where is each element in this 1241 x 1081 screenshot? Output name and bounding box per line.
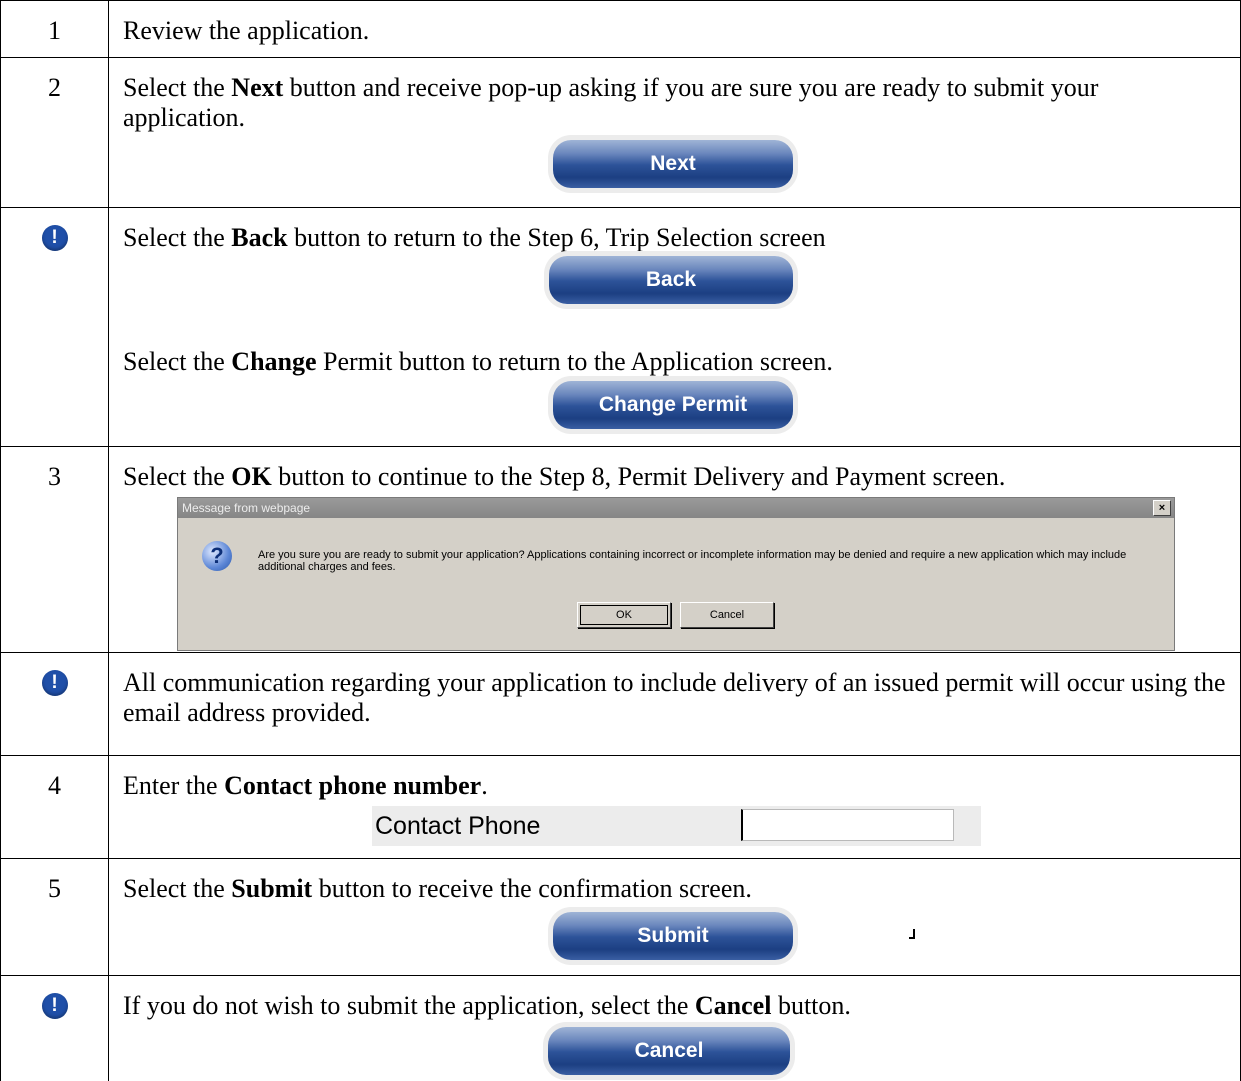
text-pre: Select the [123, 347, 231, 376]
note-icon-cell: ! [1, 208, 109, 447]
step-number: 3 [1, 447, 109, 653]
step-text-body: Review the application. [123, 16, 369, 45]
button-area: Change Permit [123, 377, 1226, 437]
text-bold: Back [231, 223, 287, 252]
text-pre: Select the [123, 462, 231, 491]
ok-button[interactable]: OK [577, 602, 671, 628]
text-post: button to return to the Step 6, Trip Sel… [288, 223, 826, 252]
text-pre: Select the [123, 73, 231, 102]
note-text: Select the Back button to return to the … [109, 208, 1241, 447]
button-area: Next [123, 133, 1226, 193]
note-text: If you do not wish to submit the applica… [109, 976, 1241, 1081]
text-post: Permit button to return to the Applicati… [317, 347, 833, 376]
text-post: button. [771, 991, 850, 1020]
change-permit-button[interactable]: Change Permit [553, 381, 793, 429]
back-button[interactable]: Back [549, 256, 793, 304]
mouse-cursor [913, 929, 915, 939]
step-text: Enter the Contact phone number. Contact … [109, 756, 1241, 859]
dialog-message: Are you sure you are ready to submit you… [258, 549, 1158, 573]
note-icon-cell: ! [1, 976, 109, 1081]
note-text: All communication regarding your applica… [109, 653, 1241, 756]
submit-button[interactable]: Submit [553, 912, 793, 960]
dialog-title-bar: Message from webpage × [178, 498, 1174, 518]
dialog-title: Message from webpage [182, 501, 310, 515]
text-pre: Enter the [123, 771, 224, 800]
button-area: Submit [123, 904, 1226, 964]
text-post: . [481, 771, 488, 800]
exclamation-icon: ! [42, 993, 68, 1019]
step-row-5: 5 Select the Submit button to receive th… [1, 859, 1241, 976]
note-row-email: ! All communication regarding your appli… [1, 653, 1241, 756]
exclamation-icon: ! [42, 225, 68, 251]
contact-phone-row: Contact Phone [123, 801, 1226, 851]
step-number: 4 [1, 756, 109, 859]
text-post: button to continue to the Step 8, Permit… [272, 462, 1006, 491]
step-text: Select the Submit button to receive the … [109, 859, 1241, 976]
step-row-4: 4 Enter the Contact phone number. Contac… [1, 756, 1241, 859]
exclamation-icon: ! [42, 670, 68, 696]
step-number: 2 [1, 58, 109, 208]
text-bold: Change [231, 347, 316, 376]
note-icon-cell: ! [1, 653, 109, 756]
text-bold: Submit [231, 874, 312, 903]
text-bold: Next [231, 73, 283, 102]
step-text: Select the OK button to continue to the … [109, 447, 1241, 653]
step-text: Select the Next button and receive pop-u… [109, 58, 1241, 208]
step-number: 5 [1, 859, 109, 976]
step-number: 1 [1, 1, 109, 58]
question-icon: ? [202, 541, 232, 571]
button-area: Cancel [123, 1021, 1226, 1081]
step-text: Review the application. [109, 1, 1241, 58]
close-icon[interactable]: × [1153, 500, 1171, 516]
cancel-button[interactable]: Cancel [680, 602, 774, 628]
note-body: All communication regarding your applica… [123, 668, 1226, 727]
steps-table: 1 Review the application. 2 Select the N… [0, 0, 1241, 1081]
text-pre: Select the [123, 874, 231, 903]
confirm-dialog: Message from webpage × ? Are you sure yo… [177, 497, 1175, 651]
step-row-1: 1 Review the application. [1, 1, 1241, 58]
step-row-2: 2 Select the Next button and receive pop… [1, 58, 1241, 208]
next-button[interactable]: Next [553, 140, 793, 188]
contact-phone-input[interactable] [741, 809, 954, 841]
note-row-back-change: ! Select the Back button to return to th… [1, 208, 1241, 447]
text-pre: If you do not wish to submit the applica… [123, 991, 695, 1020]
text-bold: OK [231, 462, 271, 491]
text-bold: Cancel [695, 991, 772, 1020]
contact-phone-label: Contact Phone [375, 811, 540, 841]
text-post: button to receive the confirmation scree… [312, 874, 752, 903]
text-bold: Contact phone number [224, 771, 481, 800]
step-row-3: 3 Select the OK button to continue to th… [1, 447, 1241, 653]
button-area: Back [123, 253, 1226, 347]
note-row-cancel: ! If you do not wish to submit the appli… [1, 976, 1241, 1081]
text-pre: Select the [123, 223, 231, 252]
